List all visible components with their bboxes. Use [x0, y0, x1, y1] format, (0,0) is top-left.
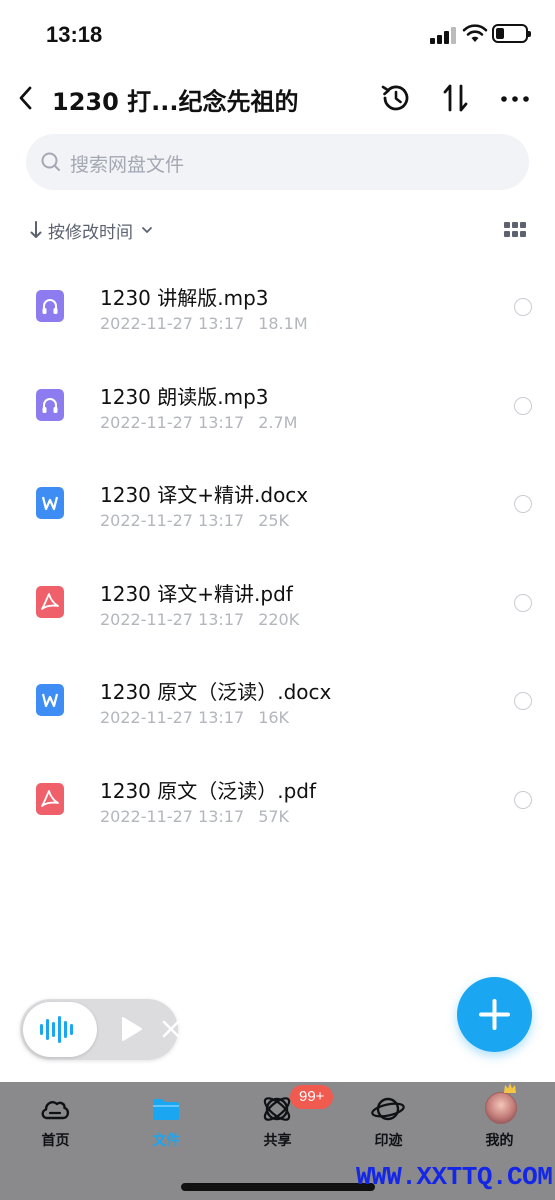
search-icon	[41, 152, 60, 171]
share-orbit-icon	[263, 1097, 291, 1121]
file-row[interactable]: 1230 原文（泛读）.docx 2022-11-27 13:17 16K	[0, 652, 555, 751]
file-name: 1230 原文（泛读）.docx	[100, 680, 332, 705]
file-date: 2022-11-27 13:17	[100, 412, 245, 432]
mini-audio-player[interactable]	[20, 999, 180, 1060]
audio-file-icon	[36, 290, 64, 322]
file-row[interactable]: 1230 朗读版.mp3 2022-11-27 13:17 2.7M	[0, 357, 555, 456]
arrow-down-icon	[30, 221, 42, 238]
notification-badge: 99+	[290, 1085, 334, 1109]
grid-view-icon[interactable]	[500, 218, 530, 242]
more-options-icon[interactable]	[495, 78, 535, 118]
file-row[interactable]: 1230 译文+精讲.docx 2022-11-27 13:17 25K	[0, 455, 555, 554]
sort-button[interactable]: 按修改时间	[28, 216, 155, 244]
search-input[interactable]: 搜索网盘文件	[26, 134, 529, 190]
file-size: 16K	[258, 708, 290, 728]
file-size: 220K	[258, 609, 300, 629]
tab-label: 首页	[41, 1133, 70, 1149]
file-size: 18.1M	[258, 314, 308, 333]
close-icon[interactable]	[160, 1018, 182, 1040]
battery-icon	[492, 24, 531, 43]
cellular-signal-icon	[430, 26, 456, 44]
avatar[interactable]	[485, 1092, 517, 1124]
select-checkbox[interactable]	[514, 495, 532, 514]
folder-icon	[153, 1099, 179, 1120]
file-meta: 2022-11-27 13:17 18.1M	[100, 314, 308, 333]
select-checkbox[interactable]	[514, 692, 532, 711]
plus-icon	[479, 999, 510, 1030]
file-date: 2022-11-27 13:17	[100, 806, 245, 826]
file-date: 2022-11-27 13:17	[100, 708, 245, 728]
tab-label: 共享	[263, 1133, 292, 1149]
select-checkbox[interactable]	[514, 790, 532, 809]
file-name: 1230 原文（泛读）.pdf	[100, 778, 317, 803]
crown-icon	[504, 1083, 516, 1093]
status-bar: 13:18	[0, 0, 555, 70]
audio-file-icon	[36, 388, 64, 421]
cloud-icon	[41, 1101, 70, 1120]
file-meta: 2022-11-27 13:17 2.7M	[100, 413, 297, 432]
file-row[interactable]: 1230 原文（泛读）.pdf 2022-11-27 13:17 57K	[0, 751, 555, 850]
file-meta: 2022-11-27 13:17 16K	[100, 708, 289, 727]
audio-wave-icon	[40, 1016, 73, 1043]
tab-label: 我的	[485, 1133, 514, 1149]
file-meta: 2022-11-27 13:17 220K	[100, 610, 299, 629]
word-file-icon	[36, 684, 64, 717]
select-checkbox[interactable]	[514, 396, 532, 415]
status-time: 13:18	[46, 22, 103, 47]
file-row[interactable]: 1230 讲解版.mp3 2022-11-27 13:17 18.1M	[0, 258, 555, 357]
history-icon[interactable]	[376, 78, 416, 118]
audio-wave-button[interactable]	[23, 1002, 97, 1057]
tab-footprints[interactable]: 印迹	[333, 1082, 444, 1162]
file-name: 1230 讲解版.mp3	[100, 286, 269, 310]
page-title: 1230 打...纪念先祖的	[52, 88, 299, 116]
file-list: 1230 讲解版.mp3 2022-11-27 13:17 18.1M 1230 …	[0, 258, 555, 850]
file-size: 57K	[258, 806, 290, 826]
file-date: 2022-11-27 13:17	[100, 609, 245, 629]
select-checkbox[interactable]	[514, 593, 532, 612]
file-meta: 2022-11-27 13:17 25K	[100, 511, 289, 530]
sort-transfer-icon[interactable]	[436, 78, 476, 118]
file-name: 1230 译文+精讲.docx	[100, 483, 309, 508]
file-date: 2022-11-27 13:17	[100, 314, 245, 333]
file-name: 1230 朗读版.mp3	[100, 384, 269, 409]
tab-label: 文件	[152, 1133, 181, 1149]
watermark: WWW.XXTTQ.COM	[356, 1162, 553, 1192]
pdf-file-icon	[36, 782, 64, 815]
wifi-icon	[462, 24, 488, 42]
select-checkbox[interactable]	[514, 298, 532, 316]
file-size: 2.7M	[258, 412, 298, 432]
pdf-file-icon	[36, 585, 64, 618]
file-name: 1230 译文+精讲.pdf	[100, 581, 293, 606]
home-indicator	[181, 1183, 375, 1191]
planet-icon	[371, 1097, 405, 1121]
back-button[interactable]	[8, 78, 48, 118]
add-button[interactable]	[457, 977, 532, 1052]
tab-home[interactable]: 首页	[0, 1082, 111, 1162]
file-row[interactable]: 1230 译文+精讲.pdf 2022-11-27 13:17 220K	[0, 554, 555, 653]
tab-files[interactable]: 文件	[111, 1082, 222, 1162]
chevron-down-icon	[142, 227, 152, 233]
word-file-icon	[36, 487, 64, 520]
search-placeholder: 搜索网盘文件	[70, 154, 185, 176]
tab-label: 印迹	[374, 1133, 403, 1149]
nav-bar: 1230 打...纪念先祖的	[0, 70, 555, 126]
play-icon[interactable]	[118, 1015, 144, 1043]
file-size: 25K	[258, 511, 290, 531]
sort-label: 按修改时间	[48, 222, 133, 243]
file-meta: 2022-11-27 13:17 57K	[100, 807, 289, 826]
sort-row: 按修改时间	[0, 212, 555, 248]
file-date: 2022-11-27 13:17	[100, 511, 245, 531]
